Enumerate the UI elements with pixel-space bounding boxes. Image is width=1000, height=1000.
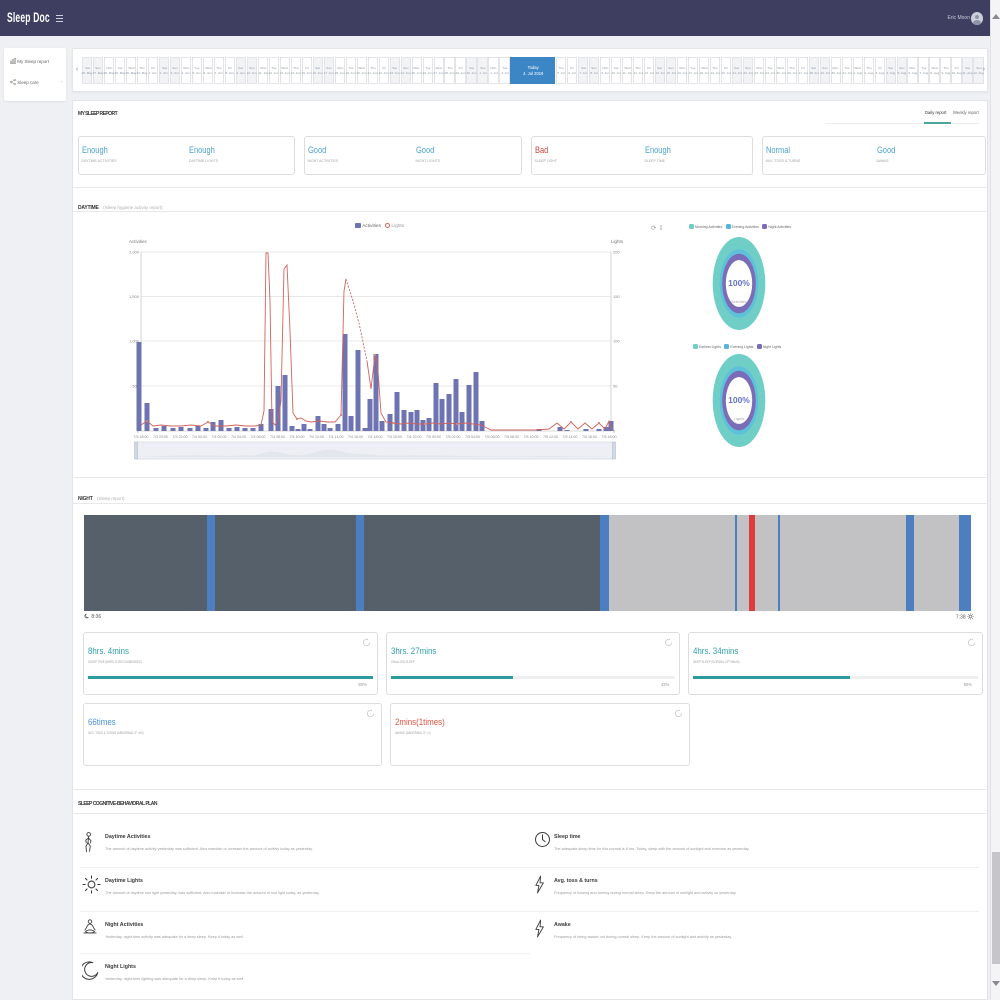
svg-text:7/5 00:00: 7/5 00:00 [426, 435, 441, 439]
svg-text:7/4 12:00: 7/4 12:00 [309, 435, 324, 439]
svg-text:7/5 18:00: 7/5 18:00 [602, 435, 617, 439]
svg-text:7/5 16:00: 7/5 16:00 [582, 435, 597, 439]
svg-text:7/3 18:00: 7/3 18:00 [134, 435, 149, 439]
svg-text:150: 150 [613, 294, 620, 299]
svg-text:7/4 08:00: 7/4 08:00 [270, 435, 285, 439]
svg-text:7/4 20:00: 7/4 20:00 [387, 435, 402, 439]
svg-text:7/5 12:00: 7/5 12:00 [543, 435, 558, 439]
svg-text:7/4 22:00: 7/4 22:00 [407, 435, 422, 439]
svg-text:7/4 14:00: 7/4 14:00 [329, 435, 344, 439]
svg-text:7/4 06:00: 7/4 06:00 [251, 435, 266, 439]
svg-text:7/4 04:00: 7/4 04:00 [231, 435, 246, 439]
svg-text:50: 50 [613, 384, 618, 389]
svg-text:7/4 16:00: 7/4 16:00 [348, 435, 363, 439]
svg-text:7/5 06:00: 7/5 06:00 [485, 435, 500, 439]
svg-text:1,500: 1,500 [129, 294, 140, 299]
svg-text:7/5 04:00: 7/5 04:00 [465, 435, 480, 439]
svg-text:7/3 20:00: 7/3 20:00 [153, 435, 168, 439]
svg-text:7/4 02:00: 7/4 02:00 [212, 435, 227, 439]
svg-text:100: 100 [613, 339, 620, 344]
svg-text:7/4 00:00: 7/4 00:00 [192, 435, 207, 439]
svg-text:7/5 08:00: 7/5 08:00 [504, 435, 519, 439]
svg-text:200: 200 [613, 250, 620, 255]
svg-text:7/4 10:00: 7/4 10:00 [290, 435, 305, 439]
svg-text:7/4 18:00: 7/4 18:00 [368, 435, 383, 439]
svg-text:2,000: 2,000 [129, 250, 140, 255]
svg-text:7/5 10:00: 7/5 10:00 [524, 435, 539, 439]
svg-text:7/3 22:00: 7/3 22:00 [173, 435, 188, 439]
svg-text:7/5 14:00: 7/5 14:00 [563, 435, 578, 439]
svg-text:7/5 02:00: 7/5 02:00 [446, 435, 461, 439]
